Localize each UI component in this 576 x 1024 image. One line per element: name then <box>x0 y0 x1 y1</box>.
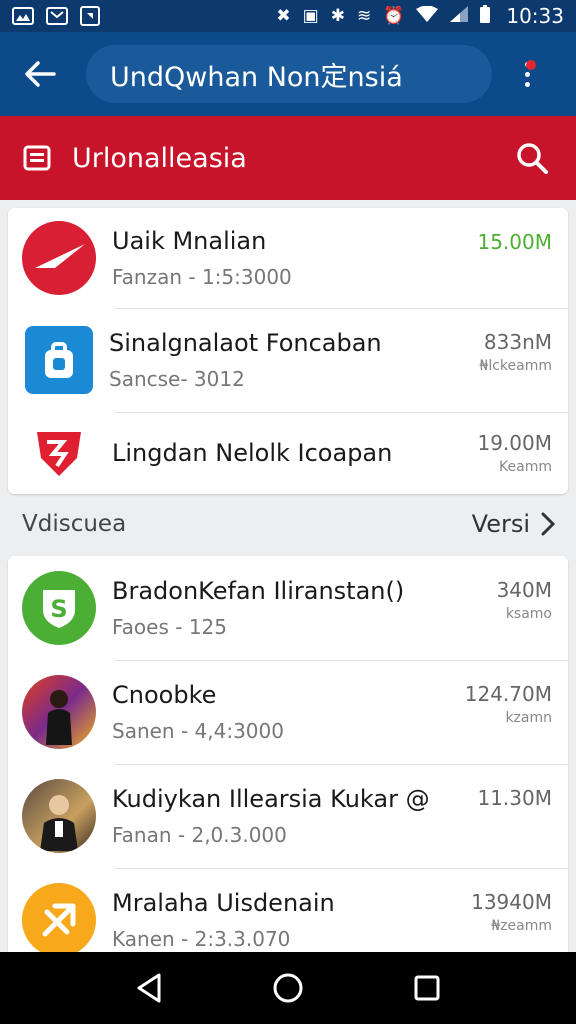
app-list-top: Uaik Mnalian Fanzan - 1:5:3000 15.00M Si… <box>8 208 568 494</box>
nav-back-button[interactable] <box>125 964 173 1012</box>
section-header: Urlonalleasia <box>0 116 576 200</box>
app-unit: ₦lckeamm <box>479 358 552 374</box>
app-title: UndQwhan Non定nsiá <box>110 61 403 93</box>
app-size: 833nM <box>483 330 552 354</box>
arrow-left-icon <box>25 61 56 87</box>
app-size: 19.00M <box>477 431 552 455</box>
list-item[interactable]: Kudiykan Illearsia Kukar @ Fanan - 2,0.3… <box>8 764 568 868</box>
list-item[interactable]: Uaik Mnalian Fanzan - 1:5:3000 15.00M <box>8 208 568 308</box>
list-item[interactable]: Sinalgnalaot Foncaban Sancse- 3012 833nM… <box>8 308 568 412</box>
app-subtitle: Faoes - 125 <box>112 615 227 639</box>
notification-icon <box>80 6 100 26</box>
back-triangle-icon <box>137 973 161 1003</box>
app-name: Cnoobke <box>112 681 217 709</box>
overflow-menu-button[interactable] <box>512 50 542 98</box>
nav-home-button[interactable] <box>264 964 312 1012</box>
app-subtitle: Kanen - 2:3.3.070 <box>112 927 291 951</box>
app-subtitle: Sanen - 4,4:3000 <box>112 719 284 743</box>
app-name: Lingdan Nelolk Icoapan <box>112 439 393 467</box>
app-unit: Keamm <box>499 459 552 475</box>
list-item[interactable]: Mralaha Uisdenain Kanen - 2:3.3.070 1394… <box>8 868 568 956</box>
more-link-label: Versi <box>471 510 530 538</box>
person-avatar-icon <box>22 675 96 749</box>
chevron-right-icon <box>541 512 556 536</box>
back-button[interactable] <box>16 50 64 98</box>
search-button[interactable] <box>510 136 554 180</box>
signal-icon <box>450 6 469 26</box>
notification-badge <box>526 60 536 70</box>
vibrate-icon: ≋ <box>356 5 372 26</box>
arrow-x-icon <box>22 883 96 956</box>
more-link[interactable]: Versi <box>472 510 556 538</box>
app-name: Kudiykan Illearsia Kukar @ <box>112 785 430 813</box>
bag-icon <box>25 326 93 394</box>
battery-icon <box>480 5 491 27</box>
gmail-icon <box>46 7 68 25</box>
mute-icon: ✖ <box>276 5 291 26</box>
list-item[interactable]: Lingdan Nelolk Icoapan 19.00M Keamm <box>8 412 568 494</box>
list-label-text: Vdiscuea <box>22 511 127 537</box>
nav-recents-button[interactable] <box>403 964 451 1012</box>
app-name: Mralaha Uisdenain <box>112 889 335 917</box>
status-left-icons <box>12 6 100 26</box>
app-subtitle: Fanan - 2,0.3.000 <box>112 823 287 847</box>
home-circle-icon <box>273 973 303 1003</box>
app-name: Sinalgnalaot Foncaban <box>109 329 382 357</box>
app-size: 11.30M <box>477 786 552 810</box>
store-icon <box>23 145 51 171</box>
status-time: 10:33 <box>506 4 564 28</box>
wifi-icon <box>416 5 439 26</box>
bluetooth-icon: ✱ <box>330 5 345 26</box>
status-bar: ✖ ▣ ✱ ≋ ⏰ 10:33 <box>0 0 576 32</box>
alarm-icon: ⏰ <box>383 5 405 26</box>
app-subtitle: Sancse- 3012 <box>109 367 245 391</box>
app-unit: ksamo <box>505 606 552 622</box>
list-item[interactable]: Cnoobke Sanen - 4,4:3000 124.70M kzamn <box>8 660 568 764</box>
app-bar: UndQwhan Non定nsiá <box>0 32 576 116</box>
app-subtitle: Fanzan - 1:5:3000 <box>112 265 292 289</box>
photo-icon <box>12 7 34 25</box>
app-unit: kzamn <box>505 710 552 726</box>
shield-s-icon: S <box>22 571 96 645</box>
app-size: 15.00M <box>477 230 552 254</box>
compass-icon <box>22 221 96 295</box>
system-nav-bar <box>0 952 576 1024</box>
section-title: Urlonalleasia <box>72 142 247 174</box>
svg-text:S: S <box>50 595 67 623</box>
app-size: 13940M <box>471 890 552 914</box>
status-right-icons: ✖ ▣ ✱ ≋ ⏰ 10:33 <box>276 4 564 28</box>
app-name: Uaik Mnalian <box>112 227 267 255</box>
app-unit: ₦zeamm <box>491 918 552 934</box>
shield-icon <box>22 416 96 490</box>
recents-square-icon <box>414 975 440 1001</box>
app-name: BradonKefan Iliranstan() <box>112 577 405 605</box>
nfc-icon: ▣ <box>302 5 319 26</box>
app-size: 340M <box>496 578 552 602</box>
search-icon <box>517 143 548 174</box>
list-section-label: Vdiscuea Versi <box>22 500 556 548</box>
app-list-bottom: S BradonKefan Iliranstan() Faoes - 125 3… <box>8 556 568 956</box>
title-search-pill[interactable]: UndQwhan Non定nsiá <box>86 45 492 103</box>
person-avatar-icon <box>22 779 96 853</box>
list-item[interactable]: S BradonKefan Iliranstan() Faoes - 125 3… <box>8 556 568 660</box>
app-size: 124.70M <box>464 682 552 706</box>
